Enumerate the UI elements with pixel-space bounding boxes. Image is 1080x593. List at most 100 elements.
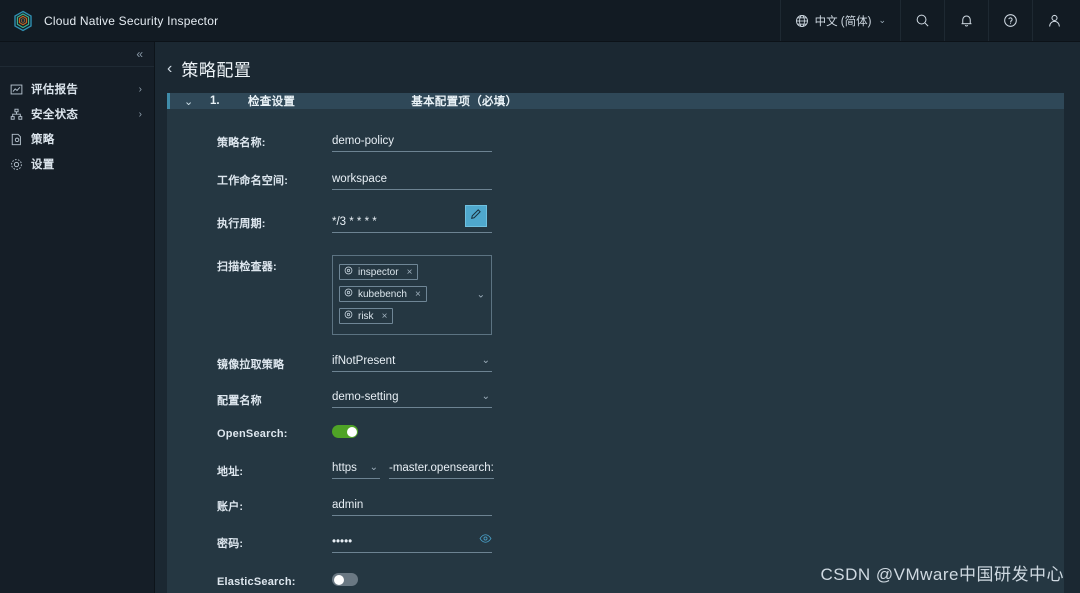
- image-pull-policy-label: 镜像拉取策略: [217, 359, 285, 371]
- sidebar-item-settings[interactable]: 设置: [0, 152, 154, 176]
- notification-bell-icon: [959, 13, 974, 28]
- setting-name-label: 配置名称: [217, 395, 262, 407]
- setting-name-value: demo-setting: [332, 391, 399, 403]
- language-label: 中文 (简体): [814, 15, 872, 28]
- gear-settings-icon: [10, 158, 23, 171]
- topbar-actions: 中文 (简体) ⌄: [779, 0, 1080, 41]
- setting-name-control: demo-setting ⌄: [332, 389, 492, 408]
- notifications-button[interactable]: [944, 0, 988, 41]
- chevron-right-icon: ›: [138, 83, 142, 95]
- policy-document-icon: [10, 133, 23, 146]
- app-root: O Cloud Native Security Inspector 中文 (简体…: [0, 0, 1080, 593]
- form-row-workspace-namespace: 工作命名空间:: [167, 169, 1064, 190]
- form-row-account: 账户:: [167, 495, 1064, 516]
- form-row-scanners: 扫描检查器: inspector × kubebench × risk × ⌄: [167, 255, 1064, 335]
- sidebar: « 评估报告 › 安全状态 › 策略 设置: [0, 42, 155, 593]
- form-row-address: 地址: https ⌄: [167, 460, 1064, 479]
- help-button[interactable]: [988, 0, 1032, 41]
- accordion-step-number: 1.: [210, 95, 220, 107]
- scanner-tag[interactable]: kubebench ×: [339, 286, 427, 302]
- workspace-namespace-label: 工作命名空间:: [217, 175, 289, 187]
- page-header: ‹ 策略配置: [155, 42, 1080, 93]
- pencil-edit-icon: [470, 207, 482, 225]
- language-selector[interactable]: 中文 (简体) ⌄: [779, 0, 900, 41]
- chevron-down-icon: ⌄: [481, 391, 490, 402]
- address-host-input[interactable]: [389, 460, 494, 479]
- sidebar-item-label: 设置: [31, 159, 55, 171]
- schedule-edit-button[interactable]: [465, 205, 487, 227]
- chevron-down-icon: ⌄: [369, 462, 378, 473]
- policy-name-control: [332, 131, 492, 152]
- chevron-down-icon[interactable]: ⌄: [477, 290, 485, 301]
- elasticsearch-toggle[interactable]: [332, 573, 358, 586]
- chevron-down-icon: ⌄: [184, 95, 194, 108]
- scanner-tag-label: kubebench: [358, 288, 407, 300]
- scanners-multiselect[interactable]: inspector × kubebench × risk × ⌄: [332, 255, 492, 335]
- help-icon: [1003, 13, 1018, 28]
- top-navigation-bar: O Cloud Native Security Inspector 中文 (简体…: [0, 0, 1080, 42]
- opensearch-control: [332, 425, 358, 438]
- scanners-label: 扫描检查器:: [217, 261, 277, 273]
- image-pull-policy-select[interactable]: ifNotPresent ⌄: [332, 353, 492, 372]
- form-row-opensearch: OpenSearch:: [167, 425, 1064, 440]
- scanner-tag-remove-icon[interactable]: ×: [407, 267, 413, 278]
- eye-icon[interactable]: [479, 532, 492, 550]
- scanner-tag-remove-icon[interactable]: ×: [415, 289, 421, 300]
- form-row-policy-name: 策略名称:: [167, 131, 1064, 152]
- main-content: ‹ 策略配置 ⌄ 1. 检查设置 基本配置项（必填） 策略名称: demo-po…: [155, 42, 1080, 593]
- setting-name-select[interactable]: demo-setting ⌄: [332, 389, 492, 408]
- back-button-icon[interactable]: ‹: [167, 60, 172, 77]
- elasticsearch-control: [332, 573, 358, 586]
- form-row-image-pull-policy: 镜像拉取策略 ifNotPresent ⌄: [167, 353, 1064, 372]
- policy-config-card: ⌄ 1. 检查设置 基本配置项（必填） 策略名称: 工作命: [167, 93, 1064, 593]
- policy-name-input[interactable]: [332, 133, 492, 152]
- sidebar-item-policy[interactable]: 策略: [0, 127, 154, 151]
- image-pull-policy-value: ifNotPresent: [332, 355, 396, 367]
- address-protocol-select[interactable]: https ⌄: [332, 460, 380, 479]
- form-row-setting-name: 配置名称 demo-setting ⌄: [167, 389, 1064, 408]
- collapse-sidebar-icon[interactable]: «: [136, 48, 143, 60]
- sidebar-collapse-row: «: [0, 42, 154, 66]
- scanner-tag-label: risk: [358, 310, 374, 322]
- opensearch-label: OpenSearch:: [217, 428, 288, 440]
- account-label: 账户:: [217, 501, 244, 513]
- accordion-header-check-settings[interactable]: ⌄ 1. 检查设置 基本配置项（必填）: [167, 93, 1064, 109]
- toggle-knob: [333, 574, 344, 585]
- image-pull-policy-control: ifNotPresent ⌄: [332, 353, 492, 372]
- schedule-control: [332, 205, 492, 233]
- user-account-icon: [1047, 13, 1062, 28]
- scanner-tag-label: inspector: [358, 266, 399, 278]
- sidebar-item-security-status[interactable]: 安全状态 ›: [0, 102, 154, 126]
- password-input[interactable]: [332, 534, 492, 553]
- search-button[interactable]: [900, 0, 944, 41]
- hierarchy-nodes-icon: [10, 108, 23, 121]
- chevron-down-icon: ⌄: [878, 15, 886, 25]
- scanner-circle-icon: [344, 310, 353, 322]
- scanner-tag[interactable]: risk ×: [339, 308, 394, 324]
- password-label: 密码:: [217, 538, 244, 550]
- accordion-step-subtitle: 基本配置项（必填）: [411, 96, 518, 108]
- user-menu-button[interactable]: [1032, 0, 1080, 41]
- workspace-namespace-input[interactable]: [332, 171, 492, 190]
- scanners-control: inspector × kubebench × risk × ⌄: [332, 255, 492, 335]
- form-row-password: 密码:: [167, 532, 1064, 553]
- brand: O Cloud Native Security Inspector: [0, 10, 218, 32]
- account-control: [332, 495, 492, 516]
- toggle-knob: [346, 426, 357, 437]
- form-row-elasticsearch: ElasticSearch:: [167, 573, 1064, 588]
- sidebar-item-label: 评估报告: [31, 84, 79, 96]
- policy-form: 策略名称: 工作命名空间: 执行周期:: [167, 109, 1064, 593]
- search-icon: [915, 13, 930, 28]
- address-label: 地址:: [217, 466, 244, 478]
- address-control: https ⌄: [332, 460, 494, 479]
- sidebar-item-label: 安全状态: [31, 109, 79, 121]
- scanner-tag-remove-icon[interactable]: ×: [382, 311, 388, 322]
- page-title: 策略配置: [181, 61, 252, 80]
- svg-text:O: O: [21, 18, 26, 24]
- opensearch-toggle[interactable]: [332, 425, 358, 438]
- account-input[interactable]: [332, 497, 492, 516]
- chevron-down-icon: ⌄: [481, 355, 490, 366]
- scanner-tag[interactable]: inspector ×: [339, 264, 419, 280]
- sidebar-item-label: 策略: [31, 134, 55, 146]
- sidebar-item-assessment-reports[interactable]: 评估报告 ›: [0, 77, 154, 101]
